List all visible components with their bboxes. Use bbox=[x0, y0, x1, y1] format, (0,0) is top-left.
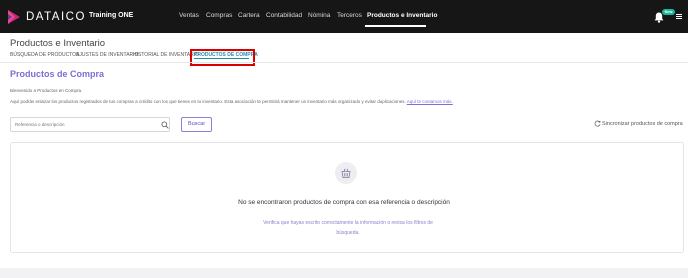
nav-productos-inventario[interactable]: Productos e Inventario bbox=[367, 12, 437, 19]
page: DATAICO Training ONE Ventas Compras Cart… bbox=[0, 0, 688, 278]
nav-active-indicator bbox=[365, 25, 426, 27]
highlight-annotation bbox=[190, 49, 255, 66]
nav-ventas[interactable]: Ventas bbox=[179, 12, 199, 19]
nav-contabilidad[interactable]: Contabilidad bbox=[266, 12, 302, 19]
section-title: Productos de Compra bbox=[10, 69, 105, 79]
search-box bbox=[10, 117, 170, 132]
nav-terceros[interactable]: Terceros bbox=[337, 12, 362, 19]
nav-cartera[interactable]: Cartera bbox=[238, 12, 260, 19]
welcome-text: Bienvenido a Productos en Compra. bbox=[10, 88, 83, 93]
sync-label: Sincronizar productos de compra bbox=[602, 121, 683, 127]
empty-state-icon-circle bbox=[335, 162, 357, 184]
learn-more-link[interactable]: Aquí te contamos más. bbox=[407, 99, 453, 104]
tab-ajustes-inventario[interactable]: AJUSTES DE INVENTARIO bbox=[76, 52, 138, 58]
empty-state-title: No se encontraron productos de compra co… bbox=[238, 199, 450, 206]
page-title: Productos e Inventario bbox=[10, 38, 106, 49]
empty-state-subtitle: Verifica que hayas escrito correctamente… bbox=[263, 220, 433, 236]
brand-name[interactable]: DATAICO bbox=[26, 11, 86, 23]
footer-band bbox=[0, 268, 688, 278]
nav-compras[interactable]: Compras bbox=[206, 12, 232, 19]
new-badge: New bbox=[662, 9, 675, 15]
tab-busqueda-productos[interactable]: BÚSQUEDA DE PRODUCTOS bbox=[10, 52, 79, 58]
nav-nomina[interactable]: Nómina bbox=[308, 12, 330, 19]
shopping-basket-icon bbox=[341, 168, 351, 178]
company-name[interactable]: Training ONE bbox=[89, 12, 133, 19]
search-icon[interactable] bbox=[161, 121, 169, 129]
search-button[interactable]: Buscar bbox=[181, 117, 212, 132]
description-body: Aquí podrás enlazar los productos regist… bbox=[10, 99, 406, 104]
refresh-icon bbox=[594, 120, 601, 127]
top-navbar: DATAICO Training ONE Ventas Compras Cart… bbox=[0, 0, 688, 33]
header-divider bbox=[0, 62, 688, 63]
description-text: Aquí podrás enlazar los productos regist… bbox=[10, 99, 453, 104]
dataico-logo-icon[interactable] bbox=[8, 10, 20, 24]
hamburger-menu-icon[interactable] bbox=[676, 14, 682, 19]
search-input[interactable] bbox=[15, 119, 155, 130]
